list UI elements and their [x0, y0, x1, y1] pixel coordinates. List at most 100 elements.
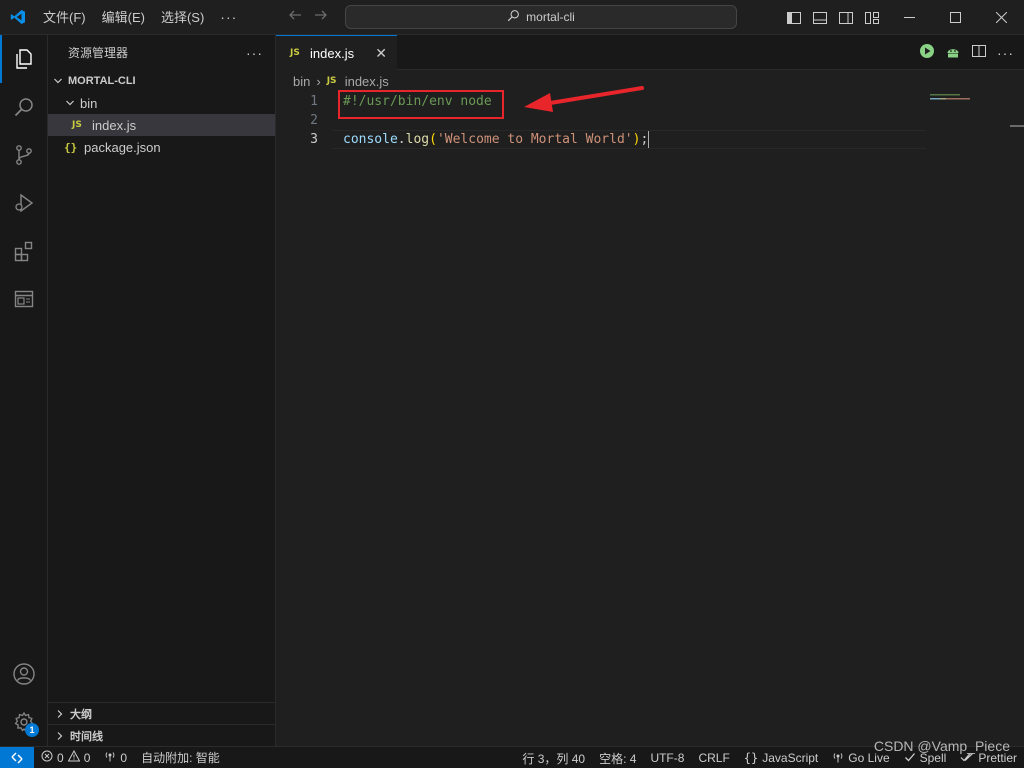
code-function: log [405, 132, 430, 147]
timeline-label: 时间线 [70, 730, 103, 743]
remote-explorer-icon[interactable] [0, 275, 48, 323]
encoding-status[interactable]: UTF-8 [643, 747, 691, 768]
language-mode-status[interactable]: {} JavaScript [737, 747, 825, 768]
code-line: 3 console.log('Welcome to Mortal World')… [276, 130, 1024, 149]
chevron-down-icon [62, 98, 78, 108]
folder-name: bin [80, 95, 98, 111]
toggle-primary-sidebar-icon[interactable] [786, 10, 802, 26]
javascript-file-icon: JS [72, 120, 82, 130]
activity-bar-bottom: 1 [0, 650, 48, 746]
menu-selection[interactable]: 选择(S) [153, 0, 212, 35]
customize-layout-icon[interactable] [864, 10, 880, 26]
file-row-index-js[interactable]: JS index.js [48, 114, 275, 136]
close-icon[interactable]: ✕ [375, 45, 387, 62]
forward-arrow-icon[interactable] [313, 7, 329, 28]
split-editor-icon[interactable] [971, 43, 987, 62]
search-icon[interactable] [0, 83, 48, 131]
search-icon [507, 9, 520, 25]
broadcast-icon [104, 750, 116, 765]
code-text: console.log('Welcome to Mortal World'); [320, 130, 650, 149]
android-debug-icon[interactable] [945, 43, 961, 62]
tab-label: index.js [310, 45, 355, 61]
command-center-label: mortal-cli [526, 10, 575, 24]
back-arrow-icon[interactable] [287, 7, 303, 28]
chevron-right-icon [52, 709, 68, 719]
json-file-icon: {} [64, 140, 78, 154]
ports-status[interactable]: 0 [97, 747, 134, 768]
watermark-text: CSDN @Vamp_Piece [873, 738, 1010, 754]
javascript-file-icon: JS [326, 76, 337, 86]
toggle-panel-icon[interactable] [812, 10, 828, 26]
warning-icon [67, 749, 81, 765]
project-folder-row[interactable]: MORTAL-CLI [48, 70, 275, 92]
warning-count: 0 [83, 750, 91, 765]
extensions-icon[interactable] [0, 227, 48, 275]
breadcrumb-separator: › [316, 73, 321, 89]
chevron-down-icon [50, 76, 66, 86]
code-paren: ( [429, 132, 437, 147]
code-punctuation: . [397, 132, 406, 147]
line-number: 2 [310, 113, 318, 128]
more-actions-button[interactable]: ··· [997, 45, 1014, 61]
editor-actions: ··· [919, 35, 1014, 70]
minimize-button[interactable] [886, 0, 932, 35]
cursor-position-status[interactable]: 行 3，列 40 [515, 747, 592, 768]
maximize-button[interactable] [932, 0, 978, 35]
code-string: 'Welcome to Mortal World' [436, 132, 633, 147]
editor-tabs: JS index.js ✕ ··· [276, 35, 1024, 70]
editor-group: JS index.js ✕ ··· bin › JS index.js 1 #!… [276, 35, 1024, 746]
file-name: package.json [84, 139, 161, 155]
remote-indicator[interactable] [0, 746, 34, 768]
code-punctuation: ; [640, 132, 649, 147]
window-controls [886, 0, 1024, 35]
timeline-panel-header[interactable]: 时间线 [48, 724, 276, 746]
navigation-arrows [287, 0, 329, 35]
command-center-search[interactable]: mortal-cli [345, 5, 737, 29]
minimap[interactable] [930, 92, 1010, 112]
menu-file[interactable]: 文件(F) [35, 0, 94, 35]
title-bar: 文件(F) 编辑(E) 选择(S) ··· mortal-cli [0, 0, 1024, 35]
annotation-arrow [524, 86, 644, 112]
eol-status[interactable]: CRLF [691, 747, 736, 768]
ports-count: 0 [120, 750, 128, 765]
code-editor[interactable]: 1 #!/usr/bin/env node 2 3 console.log('W… [276, 86, 1024, 149]
javascript-file-icon: JS [290, 48, 300, 58]
explorer-more-button[interactable]: ··· [246, 45, 263, 61]
run-code-icon[interactable] [919, 43, 935, 62]
indentation-status[interactable]: 空格: 4 [592, 747, 643, 768]
breadcrumb-folder[interactable]: bin [293, 74, 310, 89]
tab-index-js[interactable]: JS index.js ✕ [276, 35, 397, 70]
breadcrumb: bin › JS index.js [276, 70, 1024, 92]
breadcrumb-file[interactable]: index.js [345, 74, 389, 89]
braces-icon: {} [743, 751, 759, 765]
file-name: index.js [92, 117, 137, 133]
layout-controls [786, 0, 880, 35]
vscode-logo-icon [0, 0, 35, 35]
project-name: MORTAL-CLI [68, 75, 136, 87]
close-window-button[interactable] [978, 0, 1024, 35]
source-control-icon[interactable] [0, 131, 48, 179]
problems-status[interactable]: 0 0 [34, 747, 97, 768]
sidebar-panels: 大纲 时间线 [48, 702, 276, 746]
run-debug-icon[interactable] [0, 179, 48, 227]
activity-bar: 1 [0, 35, 48, 746]
account-icon[interactable] [0, 650, 48, 698]
error-count: 0 [57, 750, 64, 765]
outline-label: 大纲 [70, 708, 92, 721]
chevron-right-icon [52, 731, 68, 741]
scrollbar-overview-marker [1010, 125, 1024, 127]
explorer-icon[interactable] [0, 35, 48, 83]
gear-icon[interactable]: 1 [0, 698, 48, 746]
error-icon [41, 750, 53, 765]
auto-attach-status[interactable]: 自动附加: 智能 [134, 747, 227, 768]
explorer-sidebar: 资源管理器 ··· MORTAL-CLI bin JS index.js {} … [48, 35, 276, 746]
explorer-header: 资源管理器 ··· [48, 35, 275, 70]
file-row-package-json[interactable]: {} package.json [48, 136, 275, 158]
line-number: 3 [310, 132, 318, 147]
outline-panel-header[interactable]: 大纲 [48, 702, 276, 724]
menu-more-button[interactable]: ··· [212, 9, 245, 25]
menu-edit[interactable]: 编辑(E) [94, 0, 153, 35]
folder-row-bin[interactable]: bin [48, 92, 275, 114]
text-cursor [648, 131, 650, 148]
toggle-secondary-sidebar-icon[interactable] [838, 10, 854, 26]
